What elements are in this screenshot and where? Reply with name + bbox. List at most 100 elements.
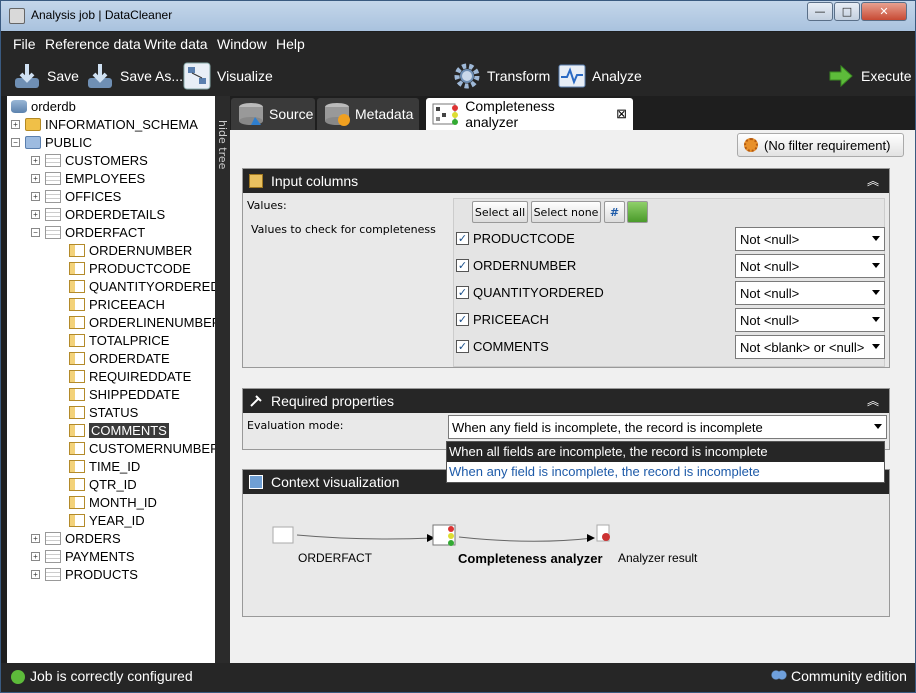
input-columns-title: Input columns: [271, 173, 359, 189]
column-name: COMMENTS: [473, 339, 549, 354]
tree-table[interactable]: + CUSTOMERS: [31, 151, 148, 169]
collapse-icon[interactable]: −: [31, 227, 40, 237]
tree-column[interactable]: TIME_ID: [69, 457, 140, 475]
evaluation-mode-value: When any field is incomplete, the record…: [452, 420, 763, 435]
tree-column[interactable]: ORDERLINENUMBER: [69, 313, 215, 331]
table-icon: [45, 207, 61, 221]
tree-column[interactable]: PRICEEACH: [69, 295, 165, 313]
condition-dropdown[interactable]: Not <null>: [735, 227, 885, 251]
visualize-label: Visualize: [217, 68, 273, 84]
hide-tree-label: hide tree: [216, 120, 229, 170]
expand-icon[interactable]: +: [31, 191, 40, 201]
tree-column[interactable]: TOTALPRICE: [69, 331, 169, 349]
app-icon: [9, 8, 25, 24]
execute-button[interactable]: Execute: [827, 60, 912, 92]
filter-gear-icon: [744, 138, 758, 152]
visualize-button[interactable]: Visualize: [183, 60, 273, 92]
tree-column[interactable]: QUANTITYORDERED: [69, 277, 215, 295]
evaluation-mode-dropdown[interactable]: When any field is incomplete, the record…: [448, 415, 887, 439]
analyze-button[interactable]: Analyze: [558, 60, 642, 92]
tree-table-label: ORDERDETAILS: [65, 206, 166, 222]
community-icon: [771, 670, 787, 684]
condition-dropdown[interactable]: Not <null>: [735, 308, 885, 332]
tab-completeness-analyzer[interactable]: Completeness analyzer ⊠: [426, 98, 633, 130]
collapse-chevron-icon[interactable]: ︽: [867, 392, 879, 409]
tree-column[interactable]: QTR_ID: [69, 475, 137, 493]
transform-button[interactable]: Transform: [453, 60, 550, 92]
condition-dropdown[interactable]: Not <blank> or <null>: [735, 335, 885, 359]
maximize-button[interactable]: □: [834, 2, 860, 21]
expand-icon[interactable]: +: [31, 569, 40, 579]
tab-source[interactable]: Source: [231, 98, 315, 130]
minimize-button[interactable]: —: [807, 2, 833, 21]
select-all-button[interactable]: Select all: [472, 201, 528, 223]
condition-dropdown[interactable]: Not <null>: [735, 254, 885, 278]
tree-column[interactable]: STATUS: [69, 403, 138, 421]
table-icon: [45, 153, 61, 167]
option-any-field[interactable]: When any field is incomplete, the record…: [447, 462, 884, 482]
input-columns-header[interactable]: Input columns ︽: [243, 169, 889, 193]
tree-column[interactable]: PRODUCTCODE: [69, 259, 191, 277]
tree-table[interactable]: + EMPLOYEES: [31, 169, 145, 187]
collapse-chevron-icon[interactable]: ︽: [867, 172, 879, 189]
required-properties-header[interactable]: Required properties ︽: [243, 389, 889, 413]
tree-column-label: SHIPPEDDATE: [89, 386, 180, 402]
expand-icon[interactable]: +: [31, 173, 40, 183]
tree-table[interactable]: − ORDERFACT: [31, 223, 145, 241]
expand-icon[interactable]: +: [31, 209, 40, 219]
edition-label[interactable]: Community edition: [791, 668, 907, 684]
add-expression-icon[interactable]: #: [604, 201, 625, 223]
tree-column-label: STATUS: [89, 404, 139, 420]
tree-column[interactable]: SHIPPEDDATE: [69, 385, 180, 403]
expand-icon[interactable]: +: [31, 155, 40, 165]
tab-close-icon[interactable]: ⊠: [616, 106, 627, 122]
tab-metadata[interactable]: Metadata: [317, 98, 419, 130]
table-icon: [45, 225, 61, 239]
column-icon: [69, 441, 85, 455]
menu-help[interactable]: Help: [276, 36, 305, 52]
close-button[interactable]: ✕: [861, 2, 907, 21]
tree-schema-public[interactable]: − PUBLIC: [11, 133, 92, 151]
tree-column[interactable]: ORDERDATE: [69, 349, 170, 367]
application-window: Analysis job | DataCleaner — □ ✕ File Re…: [0, 0, 916, 693]
tree-column[interactable]: YEAR_ID: [69, 511, 145, 529]
expand-icon[interactable]: +: [11, 119, 20, 129]
menu-file[interactable]: File: [13, 36, 36, 52]
tree-table[interactable]: + PRODUCTS: [31, 565, 138, 583]
column-checkbox[interactable]: ✓: [456, 313, 469, 326]
column-checkbox[interactable]: ✓: [456, 340, 469, 353]
tree-column[interactable]: REQUIREDDATE: [69, 367, 191, 385]
column-checkbox[interactable]: ✓: [456, 259, 469, 272]
condition-dropdown[interactable]: Not <null>: [735, 281, 885, 305]
tree-root[interactable]: orderdb: [11, 97, 76, 115]
tree-table[interactable]: + PAYMENTS: [31, 547, 135, 565]
menu-write-data[interactable]: Write data: [144, 36, 208, 52]
select-none-button[interactable]: Select none: [531, 201, 601, 223]
column-name: QUANTITYORDERED: [473, 285, 604, 300]
schema-tree[interactable]: orderdb + INFORMATION_SCHEMA − PUBLIC + C…: [7, 96, 215, 663]
save-as-button[interactable]: Save As...: [86, 60, 183, 92]
expand-icon[interactable]: +: [31, 533, 40, 543]
tree-column[interactable]: CUSTOMERNUMBER: [69, 439, 215, 457]
menu-window[interactable]: Window: [217, 36, 267, 52]
tree-column-label: ORDERLINENUMBER: [89, 314, 215, 330]
tree-table[interactable]: + ORDERDETAILS: [31, 205, 165, 223]
column-checkbox[interactable]: ✓: [456, 286, 469, 299]
hide-tree-toggle[interactable]: hide tree: [215, 96, 230, 663]
column-checkbox[interactable]: ✓: [456, 232, 469, 245]
expand-icon[interactable]: +: [31, 551, 40, 561]
reorder-icon[interactable]: [627, 201, 648, 223]
tree-table[interactable]: + ORDERS: [31, 529, 121, 547]
menu-reference-data[interactable]: Reference data: [45, 36, 141, 52]
tree-column[interactable]: COMMENTS: [69, 421, 169, 439]
status-message: Job is correctly configured: [30, 668, 193, 684]
dropdown-arrow-icon: [872, 317, 880, 322]
option-all-fields[interactable]: When all fields are incomplete, the reco…: [447, 442, 884, 462]
filter-requirement-button[interactable]: (No filter requirement): [737, 133, 904, 157]
tree-table[interactable]: + OFFICES: [31, 187, 121, 205]
tree-column[interactable]: MONTH_ID: [69, 493, 157, 511]
tree-column[interactable]: ORDERNUMBER: [69, 241, 192, 259]
save-button[interactable]: Save: [13, 60, 79, 92]
tree-schema-information[interactable]: + INFORMATION_SCHEMA: [11, 115, 198, 133]
collapse-icon[interactable]: −: [11, 137, 20, 147]
